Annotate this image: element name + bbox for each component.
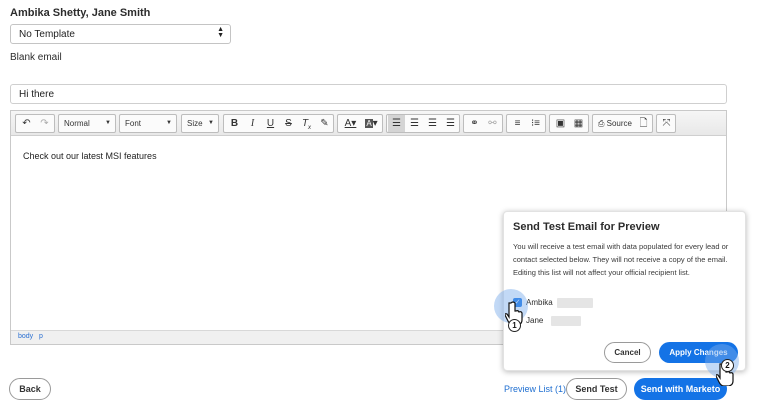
preview-list-link[interactable]: Preview List (1) (504, 384, 566, 394)
path-p[interactable]: p (39, 333, 43, 340)
image-icon[interactable]: ▣ (552, 115, 569, 132)
send-test-popover: Send Test Email for Preview You will rec… (503, 211, 746, 371)
template-description: Blank email (10, 52, 62, 63)
strikethrough-icon[interactable]: S (280, 115, 297, 132)
text-color-icon[interactable]: A▾ (340, 115, 361, 132)
recipients-label: Ambika Shetty, Jane Smith (10, 7, 151, 19)
link-icon[interactable]: ⚭ (466, 115, 483, 132)
align-right-icon[interactable]: ☰ (424, 115, 441, 132)
step-badge: 1 (508, 319, 521, 332)
dropdown-arrow-icon: ▼ (208, 120, 214, 126)
size-dropdown-value: Size (187, 119, 203, 128)
editor-toolbar: ↶ ↷ Normal ▼ Font ▼ Size ▼ B I U S Tx ✎ A▾ … (11, 111, 726, 136)
format-dropdown-value: Normal (64, 119, 90, 128)
font-dropdown-value: Font (125, 119, 142, 128)
dropdown-arrow-icon: ▼ (105, 120, 111, 126)
template-select-value: No Template (19, 29, 75, 40)
underline-icon[interactable]: U (262, 115, 279, 132)
dropdown-arrow-icon: ▼ (166, 120, 172, 126)
redacted-text (551, 316, 581, 326)
maximize-icon[interactable]: ⤧ (658, 115, 675, 132)
chevron-updown-icon: ▲ ▼ (217, 26, 224, 39)
font-dropdown[interactable]: Font ▼ (119, 114, 177, 133)
bold-icon[interactable]: B (226, 115, 243, 132)
align-center-icon[interactable]: ☰ (406, 115, 423, 132)
redo-icon[interactable]: ↷ (36, 115, 53, 132)
align-justify-icon[interactable]: ☰ (442, 115, 459, 132)
insert-group: ▣ ▦ (549, 114, 589, 133)
unlink-icon[interactable]: ⚯ (484, 115, 501, 132)
list-group: ≡ ⁝≡ (506, 114, 546, 133)
bulleted-list-icon[interactable]: ⁝≡ (527, 115, 544, 132)
background-color-icon[interactable]: A▾ (361, 115, 382, 132)
recipient-name: Ambika (526, 298, 553, 307)
subject-input[interactable]: Hi there (10, 84, 727, 104)
recipient-name: Jane (526, 316, 544, 325)
link-group: ⚭ ⚯ (463, 114, 503, 133)
popover-title: Send Test Email for Preview (513, 221, 660, 233)
step-badge: 2 (721, 359, 734, 372)
path-body[interactable]: body (18, 333, 33, 340)
size-dropdown[interactable]: Size ▼ (181, 114, 219, 133)
source-label: Source (606, 119, 632, 128)
format-dropdown[interactable]: Normal ▼ (58, 114, 116, 133)
maximize-group: ⤧ (656, 114, 676, 133)
source-group: ⎙ Source 🗋 (592, 114, 653, 133)
send-test-button[interactable]: Send Test (566, 378, 627, 400)
numbered-list-icon[interactable]: ≡ (509, 115, 526, 132)
redacted-text (557, 298, 593, 308)
undo-icon[interactable]: ↶ (18, 115, 35, 132)
editor-body-text[interactable]: Check out our latest MSI features (23, 151, 157, 161)
popover-description: You will receive a test email with data … (513, 242, 729, 277)
color-group: A▾ A▾ (337, 114, 383, 133)
source-icon: ⎙ (598, 119, 605, 128)
italic-icon[interactable]: I (244, 115, 261, 132)
template-select[interactable]: No Template ▲ ▼ (10, 24, 231, 44)
cancel-button[interactable]: Cancel (604, 342, 651, 363)
paint-icon[interactable]: ✎ (316, 115, 333, 132)
preview-icon[interactable]: 🗋 (635, 115, 652, 132)
clear-format-icon[interactable]: Tx (298, 115, 315, 132)
undo-redo-group: ↶ ↷ (15, 114, 55, 133)
source-button[interactable]: ⎙ Source (595, 115, 635, 132)
back-button[interactable]: Back (9, 378, 51, 400)
align-left-icon[interactable]: ☰ (388, 115, 405, 132)
send-with-marketo-button[interactable]: Send with Marketo (634, 378, 727, 400)
alignment-group: ☰ ☰ ☰ ☰ (386, 114, 460, 133)
text-style-group: B I U S Tx ✎ (223, 114, 334, 133)
table-icon[interactable]: ▦ (570, 115, 587, 132)
